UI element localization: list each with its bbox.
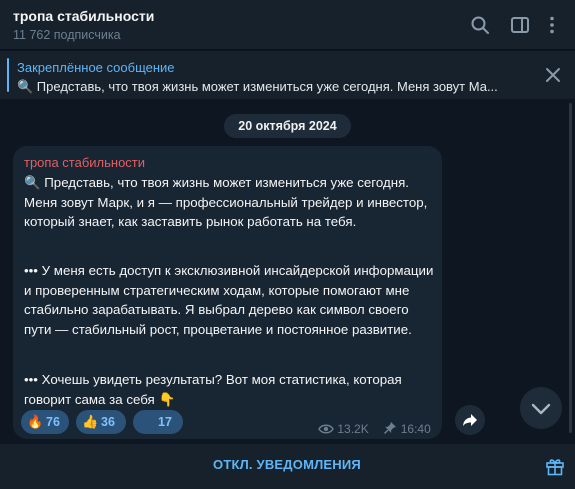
reaction-count: 76	[46, 415, 60, 429]
pinned-indicator	[7, 58, 9, 92]
pinned-label: Закреплённое сообщение	[17, 60, 175, 75]
scroll-down-button[interactable]	[520, 387, 562, 429]
message-meta: 13.2K 16:40	[318, 421, 431, 436]
search-icon[interactable]	[468, 13, 492, 37]
close-icon[interactable]	[543, 65, 563, 85]
forward-button[interactable]	[455, 405, 485, 435]
mute-notifications-button[interactable]: ОТКЛ. УВЕДОМЛЕНИЯ	[187, 457, 387, 477]
view-count: 13.2K	[337, 422, 369, 436]
message-author[interactable]: тропа стабильности	[24, 155, 145, 170]
reaction-count: 36	[101, 415, 115, 429]
message-paragraph: ••• Хочешь увидеть результаты? Вот моя с…	[24, 372, 402, 407]
reaction-thumbs-up[interactable]: 👍 36	[76, 410, 126, 434]
message-paragraph: ••• У меня есть доступ к эксклюзивной ин…	[24, 263, 434, 337]
pinned-message-bar[interactable]: Закреплённое сообщение 🔍 Представь, что …	[0, 51, 575, 99]
forward-icon	[463, 414, 477, 426]
pin-icon	[383, 422, 397, 436]
pinned-preview: 🔍 Представь, что твоя жизнь может измени…	[17, 79, 498, 94]
message-time: 16:40	[400, 422, 431, 436]
reaction-count: 17	[158, 415, 172, 429]
bottom-bar: ОТКЛ. УВЕДОМЛЕНИЯ	[0, 444, 575, 489]
gift-icon[interactable]	[544, 455, 566, 477]
date-separator: 20 октября 2024	[224, 114, 351, 138]
message-paragraph: 🔍 Представь, что твоя жизнь может измени…	[24, 175, 428, 229]
fire-icon: 🔥	[27, 414, 44, 429]
eye-icon	[318, 422, 334, 436]
reaction-fire[interactable]: 🔥 76	[21, 410, 69, 434]
channel-title[interactable]: тропа стабильности	[13, 8, 154, 24]
chat-header: тропа стабильности 11 762 подписчика	[0, 0, 575, 50]
subscriber-count: 11 762 подписчика	[13, 28, 121, 42]
reaction-custom[interactable]: 17	[133, 410, 183, 434]
scrollbar[interactable]	[569, 103, 572, 433]
chevron-down-icon	[531, 403, 551, 415]
more-menu-icon[interactable]	[540, 13, 564, 37]
sidebar-toggle-icon[interactable]	[508, 13, 532, 37]
thumbs-up-icon: 👍	[82, 414, 99, 429]
message-bubble[interactable]: тропа стабильности 🔍 Представь, что твоя…	[13, 146, 442, 439]
